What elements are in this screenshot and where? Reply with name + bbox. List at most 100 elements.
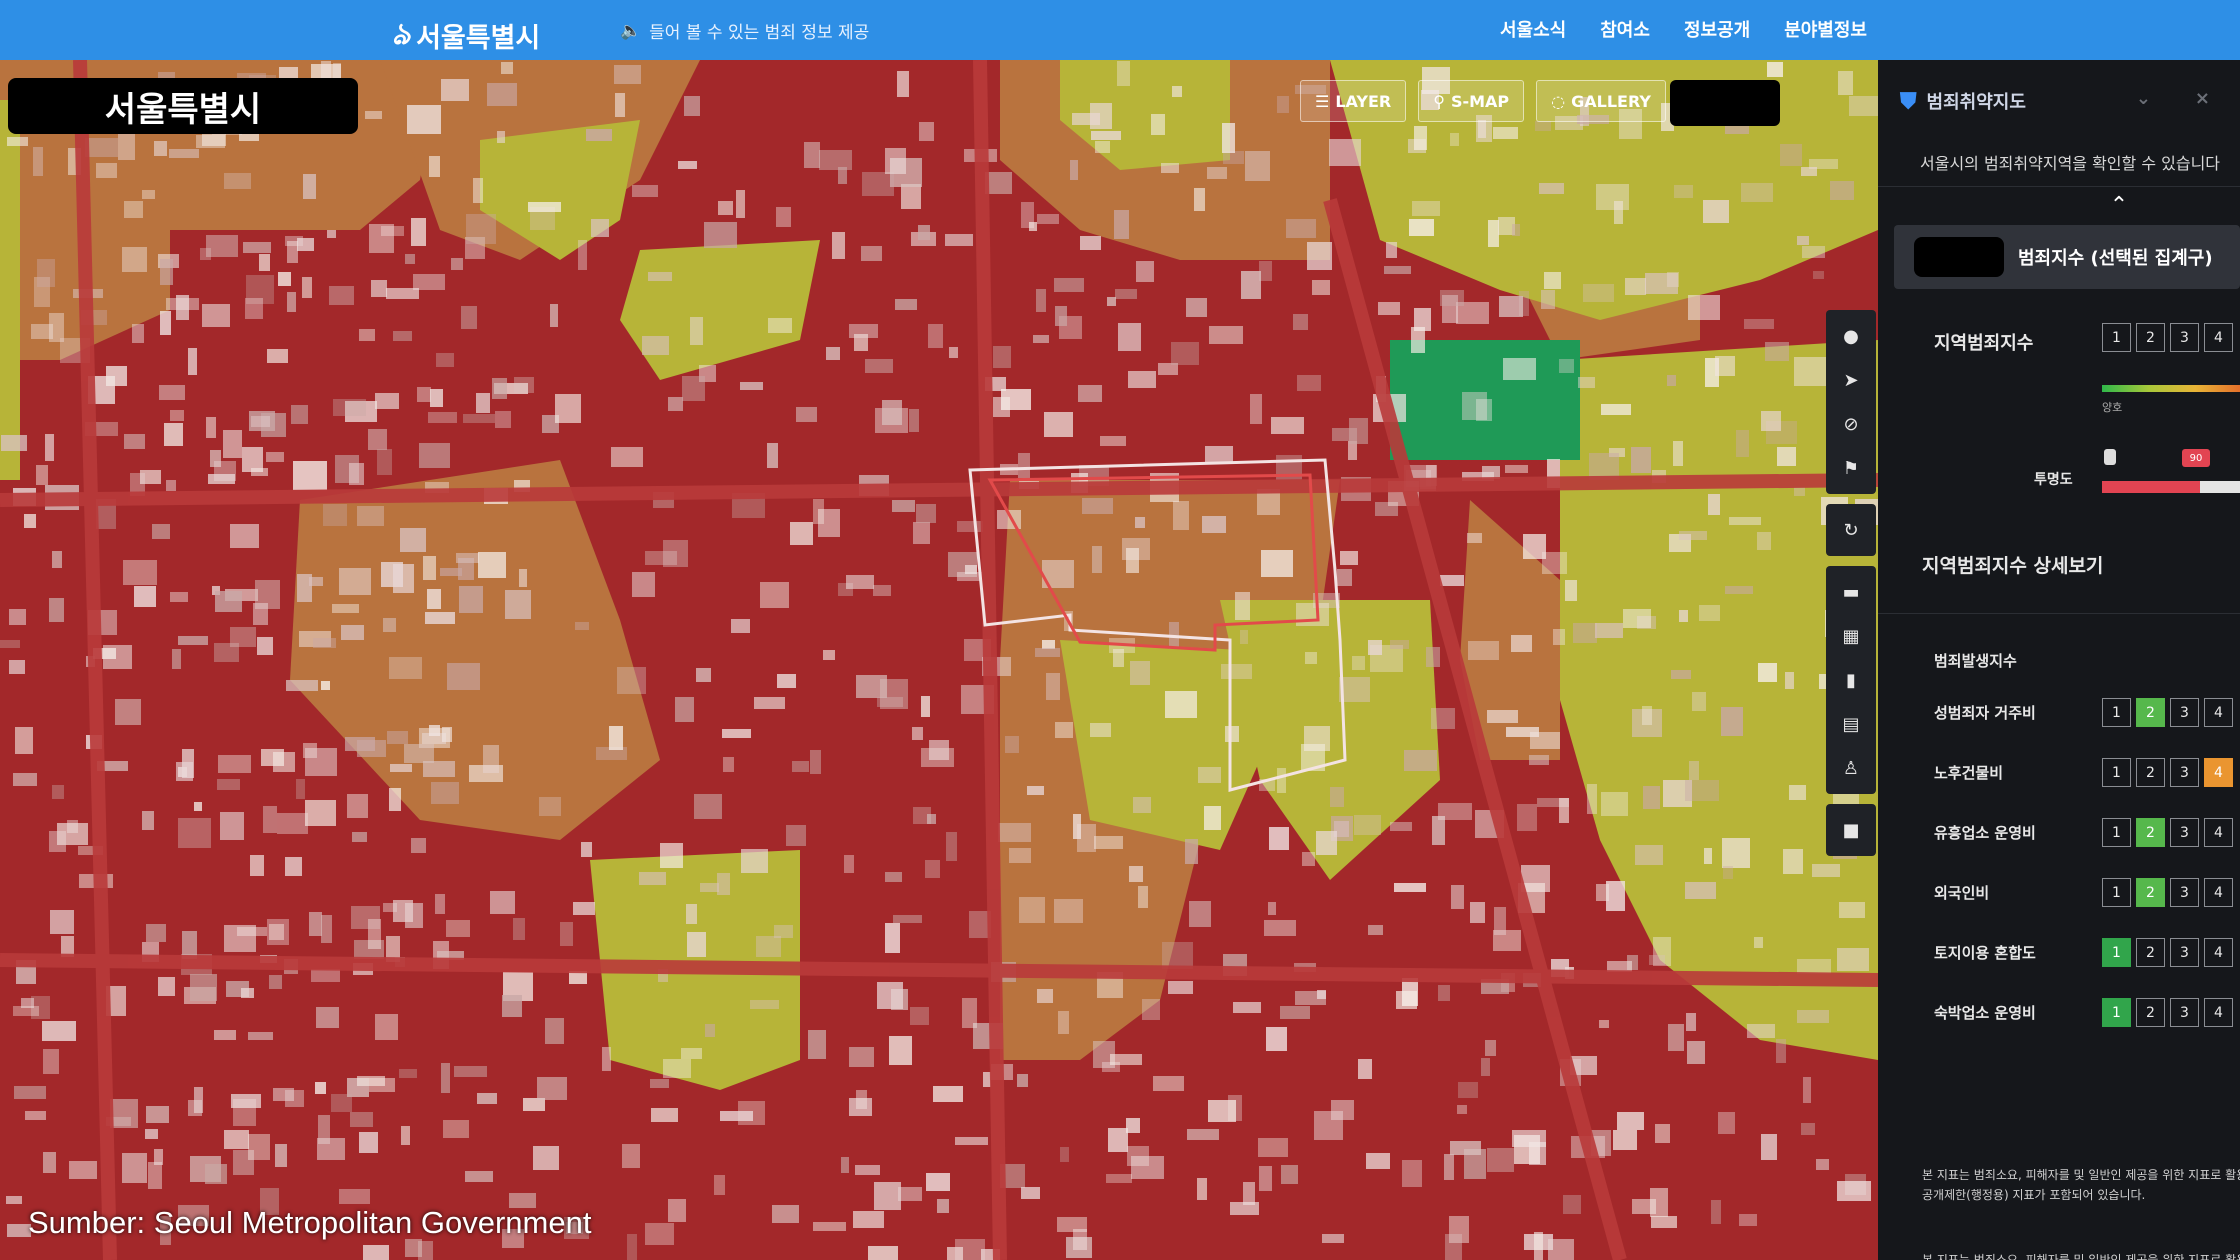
building-footprint	[1384, 266, 1411, 274]
building-footprint	[1643, 786, 1660, 809]
pointer-icon[interactable]: ➤	[1826, 358, 1876, 402]
building-footprint	[442, 727, 452, 742]
scale-3[interactable]: 3	[2170, 323, 2199, 352]
index-row-level-1[interactable]: 1	[2102, 698, 2131, 727]
building-footprint	[217, 779, 240, 790]
index-row-level-3[interactable]: 3	[2170, 818, 2199, 847]
building-footprint	[1115, 289, 1137, 299]
collapse-caret-icon[interactable]: ⌃	[1878, 187, 2240, 225]
block-icon[interactable]: ⊘	[1826, 402, 1876, 446]
building-footprint	[206, 235, 238, 257]
index-row-scale: 1234	[2102, 758, 2233, 787]
top-bar: ঌ 서울특별시 🔈 들어 볼 수 있는 범죄 정보 제공 서울소식 참여소 정보…	[0, 0, 2240, 60]
building-footprint	[1617, 1112, 1644, 1130]
index-row-level-2[interactable]: 2	[2136, 758, 2165, 787]
building-footprint	[6, 1196, 22, 1204]
index-row-level-1[interactable]: 1	[2102, 938, 2131, 967]
building-footprint	[43, 1152, 56, 1173]
index-row-level-4[interactable]: 4	[2204, 998, 2233, 1027]
building-footprint	[1801, 1123, 1815, 1135]
close-icon[interactable]: ×	[2195, 88, 2210, 109]
building-footprint	[1642, 706, 1652, 725]
building-footprint	[419, 443, 450, 468]
index-row-level-4[interactable]: 4	[2204, 758, 2233, 787]
index-row-level-2[interactable]: 2	[2136, 998, 2165, 1027]
chevron-down-icon[interactable]: ⌄	[2136, 88, 2151, 109]
index-row-label: 성범죄자 거주비	[1934, 704, 2036, 722]
building-footprint	[220, 812, 244, 840]
index-row-level-1[interactable]: 1	[2102, 818, 2131, 847]
index-row-level-2[interactable]: 2	[2136, 698, 2165, 727]
index-row-level-3[interactable]: 3	[2170, 758, 2199, 787]
crime-risk-map[interactable]: 서울특별시 ☰ LAYER ⚲ S-MAP ◌ GALLERY ● ➤ ⊘ ⚑ ↻ ▬…	[0, 60, 1878, 1260]
document-icon[interactable]: ▤	[1826, 702, 1876, 746]
detail-title[interactable]: 지역범죄지수 상세보기	[1878, 519, 2240, 614]
index-row-level-1[interactable]: 1	[2102, 878, 2131, 907]
nav-link-fields[interactable]: 분야별정보	[1784, 16, 1867, 42]
building-footprint	[1803, 1077, 1811, 1103]
person-icon[interactable]: ♙	[1826, 746, 1876, 790]
building-footprint	[178, 636, 208, 645]
building-footprint	[400, 528, 426, 552]
seoul-logo-icon: ঌ	[392, 17, 411, 52]
building-footprint	[327, 230, 336, 238]
building-footprint	[690, 317, 703, 345]
opacity-slider[interactable]	[2102, 481, 2240, 493]
building-footprint	[1073, 814, 1081, 839]
building-footprint	[528, 202, 561, 212]
category-title: 범죄발생지수	[1934, 652, 2017, 670]
index-row-level-3[interactable]: 3	[2170, 998, 2199, 1027]
pin-icon: ⚲	[1433, 91, 1445, 111]
phone-icon[interactable]: ▮	[1826, 658, 1876, 702]
building-footprint	[687, 932, 706, 957]
index-row-level-2[interactable]: 2	[2136, 878, 2165, 907]
index-row-level-3[interactable]: 3	[2170, 938, 2199, 967]
selected-index-header[interactable]: 범죄지수 (선택된 집계구)	[1894, 225, 2240, 289]
scale-2[interactable]: 2	[2136, 323, 2165, 352]
building-footprint	[447, 663, 480, 690]
index-row-level-2[interactable]: 2	[2136, 938, 2165, 967]
index-row-level-4[interactable]: 4	[2204, 938, 2233, 967]
nav-link-news[interactable]: 서울소식	[1500, 16, 1566, 42]
nav-link-disclosure[interactable]: 정보공개	[1684, 16, 1750, 42]
grid-icon[interactable]: ▦	[1826, 614, 1876, 658]
index-row-level-4[interactable]: 4	[2204, 818, 2233, 847]
index-row-label: 토지이용 혼합도	[1934, 944, 2036, 962]
index-row-level-3[interactable]: 3	[2170, 878, 2199, 907]
notice-banner[interactable]: 🔈 들어 볼 수 있는 범죄 정보 제공	[620, 18, 869, 44]
scale-1[interactable]: 1	[2102, 323, 2131, 352]
briefcase-icon[interactable]: ■	[1826, 808, 1876, 852]
opacity-handle[interactable]	[2104, 449, 2116, 465]
seoul-logo[interactable]: ঌ 서울특별시	[392, 10, 540, 61]
globe-icon[interactable]: ●	[1826, 314, 1876, 358]
map-canvas[interactable]	[0, 60, 1878, 1260]
building-footprint	[1208, 1100, 1236, 1122]
building-footprint	[1789, 785, 1806, 800]
refresh-icon[interactable]: ↻	[1826, 508, 1876, 552]
building-footprint	[263, 806, 277, 833]
building-footprint	[1494, 907, 1506, 935]
building-footprint	[1649, 955, 1665, 965]
pin-icon[interactable]: ⚑	[1826, 446, 1876, 490]
building-footprint	[1297, 375, 1321, 391]
index-row-level-3[interactable]: 3	[2170, 698, 2199, 727]
smap-button[interactable]: ⚲ S-MAP	[1418, 80, 1525, 122]
gallery-button[interactable]: ◌ GALLERY	[1536, 80, 1666, 122]
index-row-level-1[interactable]: 1	[2102, 998, 2131, 1027]
building-footprint	[1058, 1011, 1069, 1034]
building-footprint	[865, 359, 893, 373]
layer-button[interactable]: ☰ LAYER	[1300, 80, 1407, 122]
index-row-level-2[interactable]: 2	[2136, 818, 2165, 847]
minus-icon[interactable]: ▬	[1826, 570, 1876, 614]
building-footprint	[1106, 1174, 1132, 1183]
index-row-level-4[interactable]: 4	[2204, 698, 2233, 727]
nav-link-participation[interactable]: 참여소	[1600, 16, 1650, 42]
index-row-level-4[interactable]: 4	[2204, 878, 2233, 907]
building-footprint	[1194, 188, 1205, 211]
scale-4[interactable]: 4	[2204, 323, 2233, 352]
building-footprint	[1517, 804, 1537, 831]
index-row-level-1[interactable]: 1	[2102, 758, 2131, 787]
building-footprint	[52, 551, 62, 568]
building-footprint	[1794, 357, 1826, 386]
building-footprint	[1186, 298, 1207, 317]
